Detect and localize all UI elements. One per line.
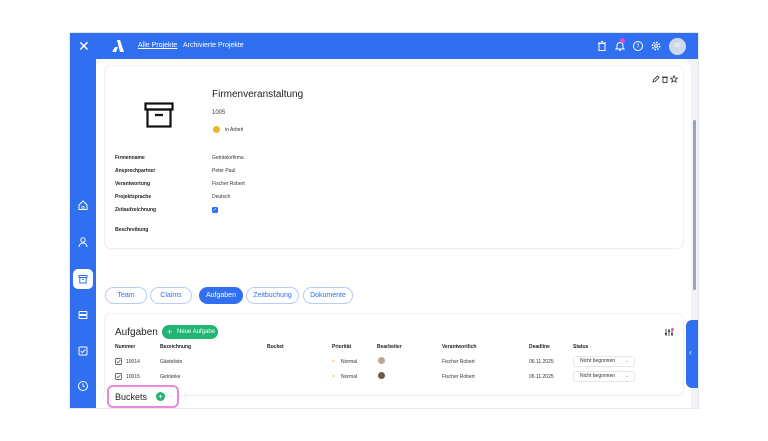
plus-icon: +: [167, 327, 173, 337]
detail-value-language: Deutsch: [212, 194, 231, 200]
svg-text:?: ?: [636, 43, 639, 50]
favorite-star-icon[interactable]: [670, 75, 678, 83]
archive-box-icon: [78, 275, 88, 284]
nav-all-projects[interactable]: Alle Projekte: [138, 42, 177, 49]
status-value: Nicht begonnen: [580, 358, 616, 364]
project-status: in Arbeit: [225, 127, 244, 133]
task-responsible: Fischer Robert: [442, 359, 475, 365]
task-deadline: 06.11.2025: [529, 359, 554, 365]
side-panel-toggle[interactable]: ‹: [686, 320, 698, 388]
status-value: Nicht begonnen: [580, 373, 616, 379]
task-deadline: 06.11.2025: [529, 374, 554, 380]
app-window: ✕ Alle Projekte Archivierte Projekte ? R…: [70, 33, 698, 408]
tab-team[interactable]: Team: [105, 287, 147, 304]
task-name: Getränke: [160, 374, 181, 380]
notification-badge: [620, 38, 625, 43]
project-number: 1005: [212, 110, 226, 116]
settings-gear-icon[interactable]: [650, 40, 662, 52]
task-priority: Normal: [341, 359, 358, 365]
task-priority: Normal: [341, 374, 358, 380]
chevron-down-icon: ⌄: [624, 373, 629, 379]
assignee-avatar: [378, 357, 385, 364]
chevron-down-icon: ⌄: [624, 358, 629, 364]
close-icon[interactable]: ✕: [78, 39, 90, 53]
tab-tasks[interactable]: Aufgaben: [199, 287, 243, 304]
home-icon[interactable]: [77, 199, 89, 211]
chevron-left-icon: ‹: [689, 348, 692, 357]
detail-value-company: Getränkefirma: [212, 155, 244, 161]
new-task-button[interactable]: + Neue Aufgabe: [162, 325, 218, 339]
detail-label-contact: Ansprechpartner: [115, 168, 156, 174]
detail-label-description: Beschreibung: [115, 227, 149, 233]
user-icon[interactable]: [77, 236, 89, 248]
logo-icon: [112, 40, 124, 52]
edit-pencil-icon[interactable]: [652, 75, 660, 83]
task-check-icon: [115, 373, 122, 380]
layers-icon[interactable]: [77, 309, 89, 321]
trash-icon[interactable]: [596, 40, 608, 52]
scrollbar-thumb[interactable]: [693, 120, 696, 290]
task-check-icon: [115, 358, 122, 365]
project-card: Firmenveranstaltung 1005 in Arbeit Firme…: [105, 66, 683, 248]
task-name: Gästeliste: [160, 359, 183, 365]
col-deadline: Deadline: [529, 344, 550, 350]
time-tracking-checkbox[interactable]: ✓: [212, 207, 218, 213]
task-number: 10014: [126, 359, 140, 365]
col-assignee: Bearbeiter: [377, 344, 402, 350]
col-status: Status: [573, 344, 589, 350]
add-bucket-button[interactable]: +: [156, 392, 165, 401]
status-select[interactable]: Nicht begonnen ⌄: [573, 371, 635, 382]
col-bucket: Bucket: [267, 344, 284, 350]
status-select[interactable]: Nicht begonnen ⌄: [573, 356, 635, 367]
col-priority: Priorität: [332, 344, 352, 350]
detail-label-time-tracking: Zeitaufzeichnung: [115, 207, 157, 213]
tasks-title: Aufgaben: [115, 327, 158, 338]
priority-icon: =: [332, 359, 335, 365]
priority-icon: =: [332, 374, 335, 380]
detail-label-company: Firmenname: [115, 155, 145, 161]
top-bar: ✕ Alle Projekte Archivierte Projekte ? R…: [70, 33, 698, 59]
project-title: Firmenveranstaltung: [212, 89, 304, 100]
assignee-avatar: [378, 372, 385, 379]
tab-time-booking[interactable]: Zeitbuchung: [246, 287, 299, 304]
user-avatar[interactable]: RF: [669, 38, 686, 55]
tab-documents[interactable]: Dokumente: [303, 287, 353, 304]
archive-box-large-icon: [144, 102, 174, 128]
detail-label-responsibility: Verantwortung: [115, 181, 151, 187]
buckets-title: Buckets: [115, 392, 148, 402]
col-name: Bezeichnung: [160, 344, 192, 350]
buckets-section: Buckets +: [107, 385, 179, 408]
checklist-icon[interactable]: [77, 345, 89, 357]
delete-trash-icon[interactable]: [661, 75, 669, 83]
help-icon[interactable]: ?: [632, 40, 644, 52]
col-responsible: Verantwortlich: [442, 344, 477, 350]
task-responsible: Fischer Robert: [442, 374, 475, 380]
detail-label-language: Projektsprache: [115, 194, 152, 200]
col-number: Nummer: [115, 344, 136, 350]
nav-archived-projects[interactable]: Archivierte Projekte: [183, 42, 244, 49]
detail-value-contact: Peter Paul: [212, 168, 236, 174]
detail-value-responsibility: Fischer Robert: [212, 181, 245, 187]
main-content: Firmenveranstaltung 1005 in Arbeit Firme…: [96, 59, 691, 408]
status-dot-icon: [213, 126, 220, 133]
tab-claims[interactable]: Claims: [150, 287, 192, 304]
filter-sliders-icon[interactable]: [664, 328, 674, 337]
task-number: 10015: [126, 374, 140, 380]
tasks-card: Aufgaben + Neue Aufgabe: [105, 314, 683, 395]
clock-icon[interactable]: [77, 380, 89, 392]
new-task-label: Neue Aufgabe: [177, 329, 216, 335]
